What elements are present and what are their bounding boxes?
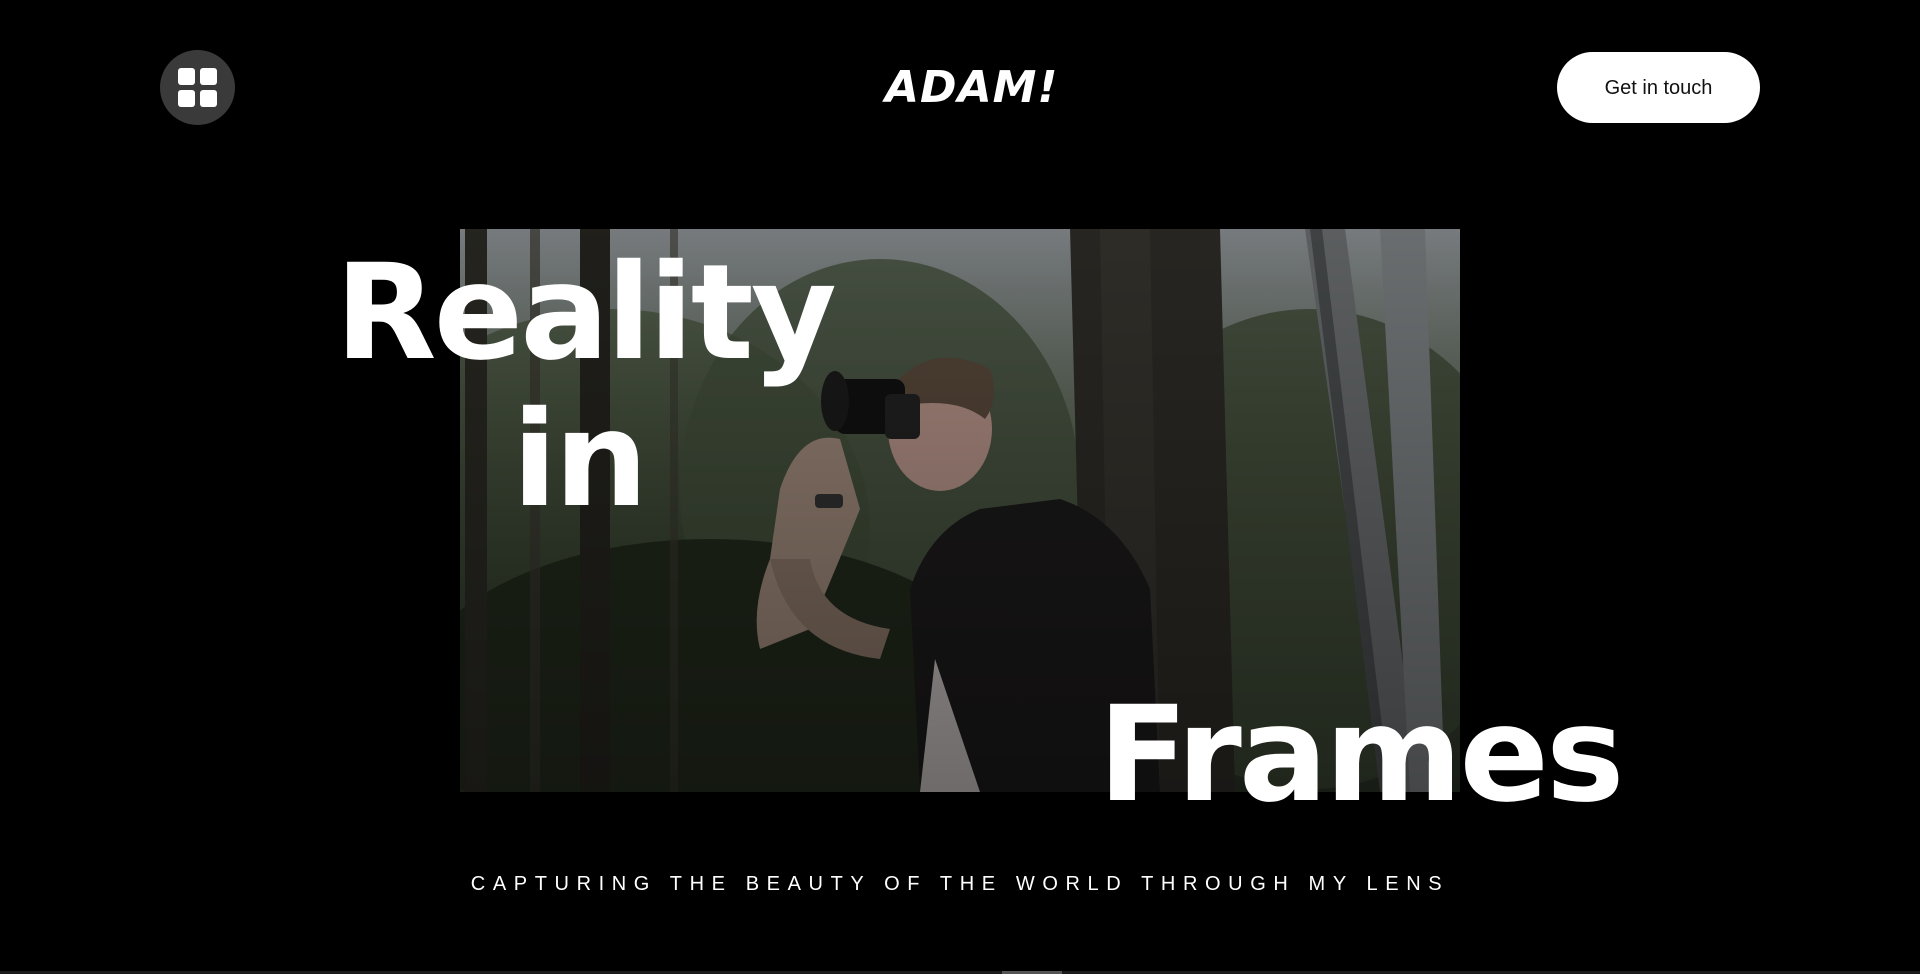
menu-button[interactable] bbox=[160, 50, 235, 125]
hero-tagline: CAPTURING THE BEAUTY OF THE WORLD THROUG… bbox=[470, 873, 1450, 895]
headline-word-reality: Reality bbox=[335, 236, 837, 390]
site-logo[interactable]: ADAM! bbox=[885, 58, 1057, 118]
grid-icon bbox=[178, 68, 217, 107]
get-in-touch-button[interactable]: Get in touch bbox=[1557, 52, 1760, 123]
headline-word-in: in bbox=[512, 383, 648, 537]
headline-word-frames: Frames bbox=[1098, 678, 1625, 832]
page: ADAM! Get in touch Reality in Frames CAP… bbox=[0, 0, 1920, 974]
